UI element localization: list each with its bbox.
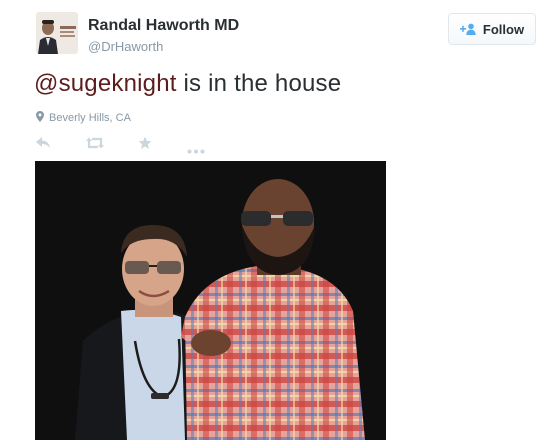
tweet-photo[interactable] <box>35 161 386 440</box>
location-label: Beverly Hills, CA <box>49 112 131 124</box>
tweet-body: is in the house <box>176 70 342 97</box>
user-handle[interactable]: @DrHaworth <box>88 39 163 54</box>
tweet-location[interactable]: Beverly Hills, CA <box>36 111 131 125</box>
star-icon[interactable] <box>138 136 152 155</box>
follow-button[interactable]: Follow <box>448 13 536 45</box>
map-pin-icon <box>36 111 44 125</box>
follow-label: Follow <box>482 21 525 37</box>
display-name[interactable]: Randal Haworth MD <box>88 17 239 35</box>
more-icon[interactable] <box>187 141 205 159</box>
add-user-icon <box>459 23 477 35</box>
retweet-icon[interactable] <box>86 136 104 155</box>
photo-image <box>35 161 386 440</box>
reply-icon[interactable] <box>36 136 52 155</box>
avatar[interactable] <box>36 12 78 54</box>
avatar-image <box>36 12 78 54</box>
tweet-text: @sugeknight is in the house <box>34 70 341 98</box>
mention-link[interactable]: @sugeknight <box>34 70 177 97</box>
